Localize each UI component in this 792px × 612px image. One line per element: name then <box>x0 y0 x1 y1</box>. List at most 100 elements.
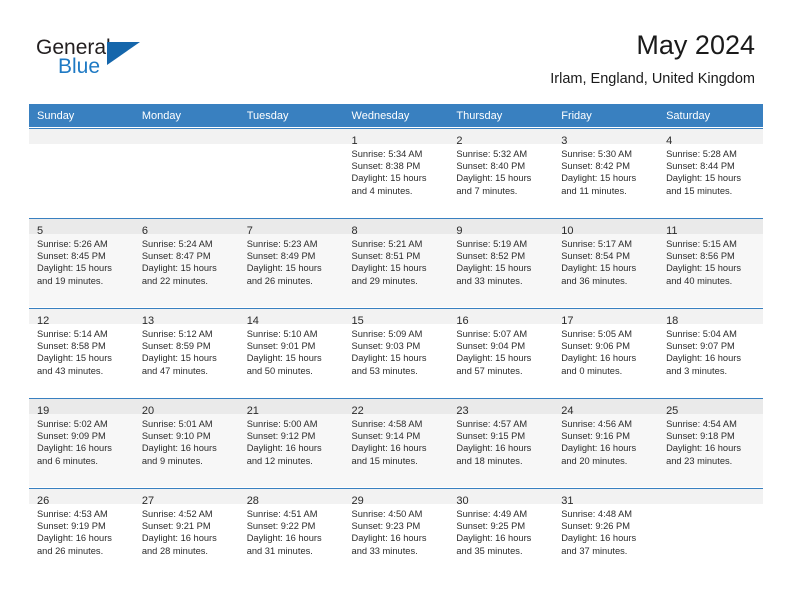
sunset-line: Sunset: 9:15 PM <box>456 431 526 442</box>
day-1[interactable]: 1 Sunrise: 5:34 AM Sunset: 8:38 PM Daylight… <box>343 128 449 217</box>
daylight-line-2: and 33 minutes. <box>351 545 418 556</box>
day-number-bar: 23 <box>448 398 554 417</box>
sunset-line: Sunset: 8:40 PM <box>456 161 526 172</box>
day-6[interactable]: 6 Sunrise: 5:24 AM Sunset: 8:47 PM Daylight… <box>133 218 239 307</box>
day-29[interactable]: 29 Sunrise: 4:50 AM Sunset: 9:23 PM Dayligh… <box>343 488 449 577</box>
calendar-day-cell: 12 Sunrise: 5:14 AM Sunset: 8:58 PM Dayligh… <box>29 307 134 398</box>
sunset-line: Sunset: 9:03 PM <box>351 341 421 352</box>
calendar-day-cell: 18 Sunrise: 5:04 AM Sunset: 9:07 PM Dayligh… <box>658 307 763 398</box>
day-3[interactable]: 3 Sunrise: 5:30 AM Sunset: 8:42 PM Daylight… <box>553 128 659 217</box>
day-30[interactable]: 30 Sunrise: 4:49 AM Sunset: 9:25 PM Dayligh… <box>448 488 554 577</box>
sunset-line: Sunset: 8:52 PM <box>456 251 526 262</box>
sunrise-line: Sunrise: 4:53 AM <box>37 509 108 519</box>
day-17[interactable]: 17 Sunrise: 5:05 AM Sunset: 9:06 PM Dayligh… <box>553 308 659 397</box>
day-details <box>658 504 763 508</box>
day-number-bar: 28 <box>238 488 344 507</box>
calendar-day-cell: 7 Sunrise: 5:23 AM Sunset: 8:49 PM Daylight… <box>238 217 344 308</box>
sunrise-line: Sunrise: 4:51 AM <box>246 509 318 519</box>
day-4[interactable]: 4 Sunrise: 5:28 AM Sunset: 8:44 PM Daylight… <box>658 128 763 217</box>
day-10[interactable]: 10 Sunrise: 5:17 AM Sunset: 8:54 PM Dayligh… <box>553 218 659 307</box>
day-27[interactable]: 27 Sunrise: 4:52 AM Sunset: 9:21 PM Dayligh… <box>133 488 239 577</box>
day-22[interactable]: 22 Sunrise: 4:58 AM Sunset: 9:14 PM Dayligh… <box>343 398 449 487</box>
day-details: Sunrise: 5:32 AM Sunset: 8:40 PM Daylight:… <box>448 144 553 197</box>
day-details: Sunrise: 4:53 AM Sunset: 9:19 PM Daylight:… <box>29 504 134 557</box>
day-19[interactable]: 19 Sunrise: 5:02 AM Sunset: 9:09 PM Dayligh… <box>29 398 134 487</box>
calendar-day-cell: 25 Sunrise: 4:54 AM Sunset: 9:18 PM Dayligh… <box>658 397 763 488</box>
sunrise-line: Sunrise: 5:00 AM <box>246 419 318 429</box>
sunrise-line: Sunrise: 5:21 AM <box>351 239 423 249</box>
day-details: Sunrise: 5:02 AM Sunset: 9:09 PM Daylight:… <box>29 414 134 467</box>
daylight-line-1: Daylight: 15 hours <box>561 263 637 274</box>
daylight-line-2: and 33 minutes. <box>456 275 523 286</box>
day-number: 25 <box>666 405 679 417</box>
general-blue-logo[interactable]: General Blue <box>36 36 146 82</box>
day-24[interactable]: 24 Sunrise: 4:56 AM Sunset: 9:16 PM Dayligh… <box>553 398 659 487</box>
calendar-week-row: 1 Sunrise: 5:34 AM Sunset: 8:38 PM Daylight… <box>29 127 763 218</box>
logo-triangle-icon <box>107 42 140 65</box>
day-13[interactable]: 13 Sunrise: 5:12 AM Sunset: 8:59 PM Dayligh… <box>133 308 239 397</box>
day-26[interactable]: 26 Sunrise: 4:53 AM Sunset: 9:19 PM Dayligh… <box>29 488 134 577</box>
day-details: Sunrise: 4:52 AM Sunset: 9:21 PM Daylight:… <box>134 504 239 557</box>
day-14[interactable]: 14 Sunrise: 5:10 AM Sunset: 9:01 PM Dayligh… <box>238 308 344 397</box>
day-18[interactable]: 18 Sunrise: 5:04 AM Sunset: 9:07 PM Dayligh… <box>658 308 763 397</box>
sunrise-line: Sunrise: 4:50 AM <box>351 509 423 519</box>
sunset-line: Sunset: 8:49 PM <box>246 251 316 262</box>
daylight-line-1: Daylight: 15 hours <box>141 263 217 274</box>
day-2[interactable]: 2 Sunrise: 5:32 AM Sunset: 8:40 PM Daylight… <box>448 128 554 217</box>
day-23[interactable]: 23 Sunrise: 4:57 AM Sunset: 9:15 PM Dayligh… <box>448 398 554 487</box>
day-number-bar: 6 <box>133 218 239 237</box>
day-16[interactable]: 16 Sunrise: 5:07 AM Sunset: 9:04 PM Dayligh… <box>448 308 554 397</box>
day-details: Sunrise: 5:09 AM Sunset: 9:03 PM Daylight:… <box>344 324 449 377</box>
day-21[interactable]: 21 Sunrise: 5:00 AM Sunset: 9:12 PM Dayligh… <box>238 398 344 487</box>
day-28[interactable]: 28 Sunrise: 4:51 AM Sunset: 9:22 PM Dayligh… <box>238 488 344 577</box>
calendar-day-cell: 22 Sunrise: 4:58 AM Sunset: 9:14 PM Dayligh… <box>343 397 449 488</box>
sunset-line: Sunset: 9:10 PM <box>141 431 211 442</box>
empty-day <box>29 128 134 217</box>
day-details: Sunrise: 4:56 AM Sunset: 9:16 PM Daylight:… <box>553 414 658 467</box>
day-number: 13 <box>141 315 155 327</box>
column-header-thursday: Thursday <box>448 104 554 128</box>
sunset-line: Sunset: 9:14 PM <box>351 431 421 442</box>
calendar-day-cell: 31 Sunrise: 4:48 AM Sunset: 9:26 PM Dayligh… <box>553 487 659 577</box>
daylight-line-1: Daylight: 16 hours <box>351 443 427 454</box>
day-number-bar: 15 <box>343 308 449 327</box>
calendar-cell-empty <box>133 127 239 218</box>
daylight-line-2: and 31 minutes. <box>246 545 313 556</box>
day-number-bar: 4 <box>658 128 763 147</box>
day-11[interactable]: 11 Sunrise: 5:15 AM Sunset: 8:56 PM Dayligh… <box>658 218 763 307</box>
sunrise-line: Sunrise: 5:28 AM <box>666 149 737 159</box>
empty-day <box>658 488 763 577</box>
day-8[interactable]: 8 Sunrise: 5:21 AM Sunset: 8:51 PM Daylight… <box>343 218 449 307</box>
sunset-line: Sunset: 9:04 PM <box>456 341 526 352</box>
sunrise-line: Sunrise: 5:15 AM <box>666 239 737 249</box>
sunrise-line: Sunrise: 5:10 AM <box>246 329 318 339</box>
daylight-line-2: and 19 minutes. <box>37 275 104 286</box>
day-details: Sunrise: 5:15 AM Sunset: 8:56 PM Daylight:… <box>658 234 763 287</box>
calendar-day-cell: 17 Sunrise: 5:05 AM Sunset: 9:06 PM Dayligh… <box>553 307 659 398</box>
sunrise-line: Sunrise: 5:09 AM <box>351 329 423 339</box>
daylight-line-2: and 43 minutes. <box>37 365 104 376</box>
calendar-day-cell: 30 Sunrise: 4:49 AM Sunset: 9:25 PM Dayligh… <box>448 487 554 577</box>
day-number-bar: 8 <box>343 218 449 237</box>
daylight-line-1: Daylight: 16 hours <box>456 443 532 454</box>
day-7[interactable]: 7 Sunrise: 5:23 AM Sunset: 8:49 PM Daylight… <box>238 218 344 307</box>
day-9[interactable]: 9 Sunrise: 5:19 AM Sunset: 8:52 PM Daylight… <box>448 218 554 307</box>
calendar-day-cell: 20 Sunrise: 5:01 AM Sunset: 9:10 PM Dayligh… <box>133 397 239 488</box>
sunrise-line: Sunrise: 5:07 AM <box>456 329 528 339</box>
day-number: 16 <box>456 315 469 327</box>
day-25[interactable]: 25 Sunrise: 4:54 AM Sunset: 9:18 PM Dayligh… <box>658 398 763 487</box>
calendar-day-cell: 13 Sunrise: 5:12 AM Sunset: 8:59 PM Dayligh… <box>133 307 239 398</box>
day-12[interactable]: 12 Sunrise: 5:14 AM Sunset: 8:58 PM Dayligh… <box>29 308 134 397</box>
daylight-line-1: Daylight: 16 hours <box>456 533 532 544</box>
day-5[interactable]: 5 Sunrise: 5:26 AM Sunset: 8:45 PM Daylight… <box>29 218 134 307</box>
day-20[interactable]: 20 Sunrise: 5:01 AM Sunset: 9:10 PM Dayligh… <box>133 398 239 487</box>
sunrise-line: Sunrise: 5:01 AM <box>141 419 213 429</box>
daylight-line-1: Daylight: 15 hours <box>666 173 741 184</box>
day-31[interactable]: 31 Sunrise: 4:48 AM Sunset: 9:26 PM Dayligh… <box>553 488 659 577</box>
sunset-line: Sunset: 9:01 PM <box>246 341 316 352</box>
day-number-bar: 31 <box>553 488 659 507</box>
day-15[interactable]: 15 Sunrise: 5:09 AM Sunset: 9:03 PM Dayligh… <box>343 308 449 397</box>
daylight-line-2: and 18 minutes. <box>456 455 523 466</box>
sunset-line: Sunset: 9:22 PM <box>246 521 316 532</box>
daylight-line-2: and 12 minutes. <box>246 455 313 466</box>
